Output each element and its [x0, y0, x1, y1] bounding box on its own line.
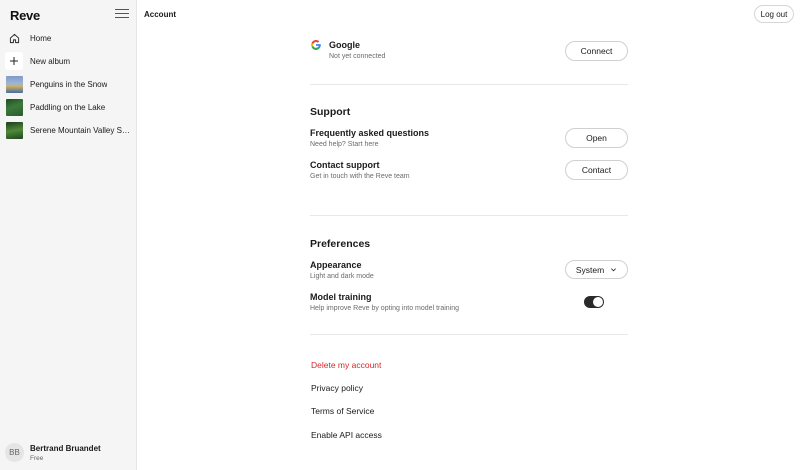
- terms-of-service-link[interactable]: Terms of Service: [311, 406, 374, 416]
- sidebar-item-label: Penguins in the Snow: [30, 79, 108, 89]
- sidebar: Reve Home New album Penguins in the Snow…: [0, 0, 137, 470]
- user-plan: Free: [30, 454, 44, 462]
- sidebar-item-label: Serene Mountain Valley Sunrise: [30, 125, 133, 135]
- page-title: Account: [144, 10, 176, 19]
- chevron-down-icon: [611, 268, 617, 272]
- model-training-title: Model training: [310, 292, 372, 302]
- preferences-section-title: Preferences: [310, 238, 371, 250]
- home-icon: [5, 29, 23, 47]
- delete-account-link[interactable]: Delete my account: [311, 360, 381, 370]
- user-name: Bertrand Bruandet: [30, 443, 101, 453]
- album-thumbnail: [5, 121, 23, 139]
- divider: [310, 84, 628, 85]
- divider: [310, 215, 628, 216]
- model-training-toggle[interactable]: [584, 296, 604, 308]
- hamburger-menu-icon[interactable]: [115, 9, 129, 21]
- plus-icon: [5, 52, 23, 70]
- enable-api-access-link[interactable]: Enable API access: [311, 430, 382, 440]
- app-logo[interactable]: Reve: [10, 8, 40, 23]
- sidebar-item-label: Paddling on the Lake: [30, 102, 106, 112]
- sidebar-item-label: Home: [30, 33, 52, 43]
- sidebar-item-album-paddling[interactable]: Paddling on the Lake: [5, 97, 133, 117]
- sidebar-item-new-album[interactable]: New album: [5, 51, 133, 71]
- support-section-title: Support: [310, 106, 351, 118]
- avatar: BB: [5, 443, 24, 462]
- album-thumbnail: [5, 75, 23, 93]
- sidebar-item-album-penguins[interactable]: Penguins in the Snow: [5, 74, 133, 94]
- privacy-policy-link[interactable]: Privacy policy: [311, 383, 363, 393]
- google-account-row: Google Not yet connected: [329, 40, 549, 60]
- sidebar-item-label: New album: [30, 56, 71, 66]
- divider: [310, 334, 628, 335]
- account-settings: Google Not yet connected Connect Support…: [310, 0, 628, 470]
- logout-button[interactable]: Log out: [754, 5, 794, 23]
- google-title: Google: [329, 40, 360, 50]
- toggle-knob: [593, 297, 603, 307]
- model-training-row: Model training Help improve Reve by opti…: [310, 292, 628, 312]
- album-thumbnail: [5, 98, 23, 116]
- sidebar-item-album-mountain[interactable]: Serene Mountain Valley Sunrise: [5, 120, 133, 140]
- model-training-subtitle: Help improve Reve by opting into model t…: [310, 305, 460, 312]
- appearance-value: System: [575, 264, 605, 275]
- connect-google-button[interactable]: Connect: [565, 41, 628, 61]
- user-profile[interactable]: BB Bertrand Bruandet Free: [5, 443, 101, 462]
- contact-support-button[interactable]: Contact: [565, 160, 628, 180]
- appearance-select[interactable]: System: [565, 260, 628, 279]
- sidebar-item-home[interactable]: Home: [5, 28, 133, 48]
- open-faq-button[interactable]: Open: [565, 128, 628, 148]
- google-status: Not yet connected: [329, 53, 386, 60]
- google-icon: [311, 40, 321, 50]
